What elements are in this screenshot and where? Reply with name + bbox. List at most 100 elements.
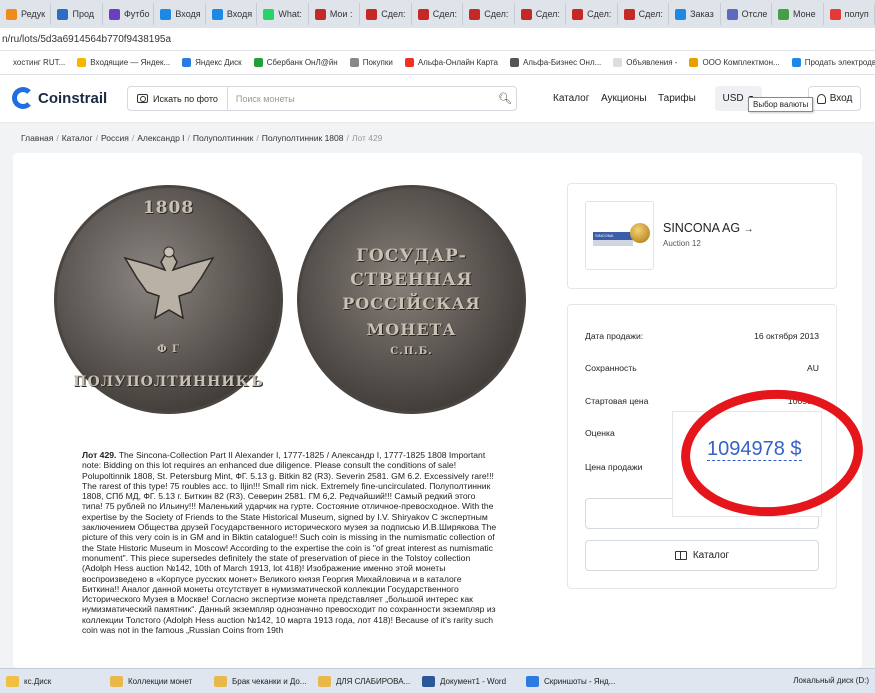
bookmark-item[interactable]: Яндекс Диск [182, 58, 242, 67]
browser-tab[interactable]: Футбо [105, 3, 155, 25]
tab-label: Заказ [690, 9, 714, 19]
eagle-emblem [121, 240, 217, 332]
taskbar-item[interactable]: Скриншоты - Янд... [520, 671, 622, 692]
book-icon [674, 551, 687, 560]
browser-tab[interactable]: Сдел: [517, 3, 567, 25]
bookmark-item[interactable]: Входящие — Яндек... [77, 58, 170, 67]
browser-tab[interactable]: Отсле [723, 3, 773, 25]
browser-tab[interactable]: Входя [156, 3, 206, 25]
tab-label: Сдел: [535, 9, 560, 19]
tab-favicon-icon [6, 8, 17, 20]
browser-tab[interactable]: Сдел: [465, 3, 515, 25]
bookmark-item[interactable]: Альфа-Онлайн Карта [404, 58, 498, 67]
reverse-line-1: ГОСУДАР- [356, 246, 467, 266]
url-text[interactable]: n/ru/lots/5d3a6914564b770f9438195a [2, 34, 171, 45]
bookmark-icon [253, 58, 263, 67]
taskbar-item[interactable]: Брак чеканки и До... [208, 671, 310, 692]
bookmark-item[interactable]: Продать электродв... [791, 58, 875, 67]
sale-date-label: Дата продажи: [585, 331, 644, 341]
browser-tab[interactable]: Редук [2, 3, 52, 25]
catalog-button[interactable]: Каталог [585, 540, 819, 571]
seller-name-text: SINCONA AG [663, 221, 741, 235]
nav-catalog[interactable]: Каталог [553, 93, 589, 104]
breadcrumb-separator: / [256, 133, 259, 143]
tab-favicon-icon [675, 8, 687, 20]
folder-icon [422, 675, 435, 687]
browser-tab[interactable]: Прод [53, 3, 103, 25]
bookmark-label: Альфа-Онлайн Карта [417, 58, 498, 67]
bookmark-item[interactable]: Сбербанк ОнЛ@йн [253, 58, 338, 67]
breadcrumb-separator: / [346, 133, 349, 143]
bookmark-item[interactable]: хостинг RUT... [0, 58, 65, 67]
browser-tab[interactable]: Сдел: [568, 3, 618, 25]
search-input[interactable] [227, 93, 494, 104]
reverse-line-3: РОССІЙСКАЯ [342, 294, 481, 313]
taskbar-item[interactable]: кс.Диск [0, 671, 102, 692]
folder-icon [214, 675, 227, 687]
folder-icon [6, 675, 19, 687]
browser-tab[interactable]: What: [259, 3, 309, 25]
taskbar-item[interactable]: Документ1 - Word [416, 671, 518, 692]
browser-tab[interactable]: Моне [774, 3, 824, 25]
tab-favicon-icon [520, 8, 532, 20]
lot-number: Лот 429. [82, 450, 117, 460]
bookmark-icon [349, 58, 359, 67]
coin-legend: ПОЛУПОЛТИННИКЪ [73, 374, 264, 390]
coinstrail-logo[interactable]: Coinstrail [12, 87, 107, 109]
currency-value: USD [722, 93, 744, 104]
browser-tab[interactable]: Мои : [311, 3, 361, 25]
tab-label: Отсле [741, 9, 768, 19]
address-bar[interactable]: n/ru/lots/5d3a6914564b770f9438195a [0, 28, 875, 51]
start-price-label: Стартовая цена [585, 396, 649, 406]
user-icon [816, 93, 826, 104]
bookmark-label: Сбербанк ОнЛ@йн [266, 58, 338, 67]
os-taskbar: кс.Диск Коллекции монет Брак чеканки и До.… [0, 668, 875, 693]
search-icon[interactable]: 🔍︎ [494, 92, 516, 105]
bookmark-icon [791, 58, 801, 67]
sale-price-value[interactable]: 1094978 $ [707, 438, 802, 461]
breadcrumb-link[interactable]: Россия [101, 133, 129, 143]
browser-tab[interactable]: Сдел: [620, 3, 670, 25]
bookmark-item[interactable]: ООО Комплектмон... [689, 58, 780, 67]
browser-tab[interactable]: Сдел: [362, 3, 412, 25]
nav-auctions[interactable]: Аукционы [601, 93, 647, 104]
coin-reverse-image[interactable]: ГОСУДАР- СТВЕННАЯ РОССІЙСКАЯ МОНЕТА С.П.… [297, 185, 526, 414]
coin-obverse-image[interactable]: 1808 ПОЛУПОЛТИННИКЪ Ф Г [54, 185, 283, 414]
taskbar-item[interactable]: Коллекции монет [104, 671, 206, 692]
breadcrumb-current: Лот 429 [351, 133, 383, 143]
photo-search-button[interactable]: Искать по фото [128, 87, 228, 110]
breadcrumb-link[interactable]: Каталог [62, 133, 93, 143]
bookmark-icon [689, 58, 699, 67]
taskbar-drive-label[interactable]: Локальный диск (D:) [793, 676, 869, 685]
login-button[interactable]: Вход [808, 86, 861, 111]
browser-tab[interactable]: Заказ [671, 3, 721, 25]
tab-favicon-icon [108, 8, 120, 20]
breadcrumb-link[interactable]: Александр I [137, 133, 184, 143]
condition-value: AU [807, 363, 819, 373]
bookmark-item[interactable]: Альфа-Бизнес Онл... [509, 58, 601, 67]
reverse-line-4: МОНЕТА [366, 320, 457, 339]
breadcrumb-link[interactable]: Полуполтинник [193, 133, 253, 143]
breadcrumb-link[interactable]: Полуполтинник 1808 [262, 133, 344, 143]
site-header: Coinstrail Искать по фото 🔍︎ Каталог Аук… [0, 75, 875, 123]
tab-label: Сдел: [587, 9, 612, 19]
breadcrumb-link[interactable]: Главная [21, 133, 53, 143]
browser-tab[interactable]: полуп [826, 3, 875, 25]
tab-label: полуп [844, 9, 869, 19]
sale-price-label: Цена продажи [585, 462, 643, 472]
bookmark-icon [77, 58, 87, 67]
browser-tab[interactable]: Входя [208, 3, 258, 25]
bookmark-label: ООО Комплектмон... [702, 58, 780, 67]
nav-pricing[interactable]: Тарифы [658, 93, 696, 104]
taskbar-item[interactable]: ДЛЯ СЛАБИРОВА... [312, 671, 414, 692]
breadcrumb: Главная / Каталог / Россия / Александр I / Полуп… [21, 133, 382, 143]
browser-tab[interactable]: Сдел: [414, 3, 464, 25]
seller-name[interactable]: SINCONA AG → [663, 221, 754, 235]
seller-card[interactable]: SINCONA SINCONA AG → Auction 12 [567, 183, 837, 289]
folder-icon [526, 675, 539, 687]
logo-text: Coinstrail [38, 89, 108, 107]
bookmark-item[interactable]: Покупки [349, 58, 393, 67]
bookmark-item[interactable]: Объявления - [613, 58, 677, 67]
tab-favicon-icon [211, 8, 223, 20]
folder-icon [110, 675, 123, 687]
